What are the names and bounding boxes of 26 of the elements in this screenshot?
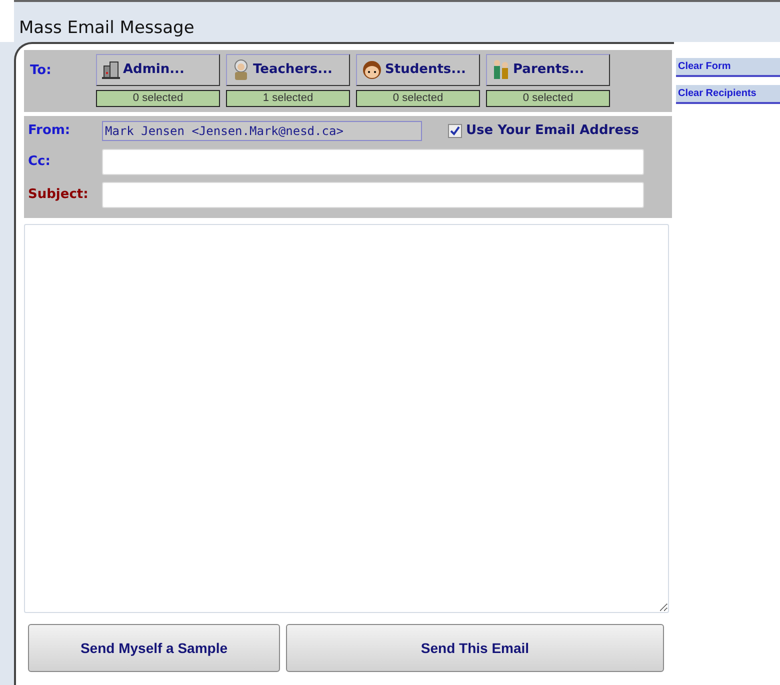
selection-count: 0 selected — [356, 90, 480, 107]
send-button[interactable]: Send Myself a Sample — [28, 624, 280, 672]
recipient-group-button[interactable]: Teachers... — [226, 54, 350, 86]
send-button[interactable]: Send This Email — [286, 624, 664, 672]
to-label: To: — [29, 62, 52, 80]
cc-label: Cc: — [28, 152, 52, 171]
checkbox-label: Use Your Email Address — [466, 122, 639, 140]
selection-count: 0 selected — [96, 90, 220, 107]
from-label: From: — [28, 122, 72, 140]
checkbox[interactable] — [448, 124, 462, 138]
selection-count: 0 selected — [486, 90, 610, 107]
side-link[interactable]: Clear Form — [676, 58, 780, 77]
from-field[interactable]: Mark Jensen <Jensen.Mark@nesd.ca> — [102, 121, 422, 141]
side-link[interactable]: Clear Recipients — [676, 85, 780, 104]
cc-field[interactable] — [102, 148, 644, 174]
selection-count: 1 selected — [226, 90, 350, 107]
recipient-group-button[interactable]: Admin... — [96, 54, 220, 86]
message-body-field[interactable] — [24, 224, 669, 613]
recipient-group-button[interactable]: Students... — [356, 54, 480, 86]
subject-field[interactable] — [102, 182, 644, 208]
child-face-icon — [361, 60, 383, 80]
window-title: Mass Email Message — [19, 16, 194, 40]
recipient-group-button[interactable]: Parents... — [486, 54, 610, 86]
family-icon — [491, 59, 511, 81]
subject-label: Subject: — [28, 186, 90, 204]
building-icon — [101, 60, 121, 80]
